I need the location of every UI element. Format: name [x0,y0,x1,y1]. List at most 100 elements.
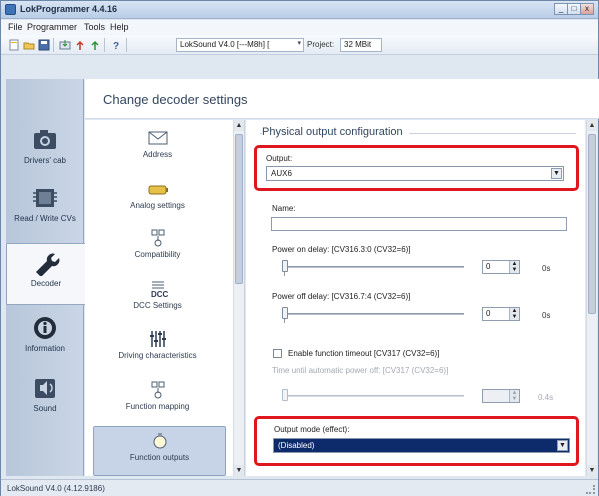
minimize-button[interactable]: _ [554,3,568,15]
nav-item-read-write-cvs[interactable]: Read / Write CVs [6,179,84,241]
nav-item-information[interactable]: Information [6,309,84,371]
category-address[interactable]: Address [85,124,230,174]
stepper-arrows-icon: ▲ ▼ [509,390,519,402]
nav-label: Read / Write CVs [14,214,76,223]
project-label: Project: [307,40,335,49]
nav-item-decoder[interactable]: Decoder [6,243,85,305]
dcc-icon: DCC [151,281,169,299]
auto-off-unit: 0.4s [538,393,554,402]
window-title: LokProgrammer 4.4.16 [20,4,118,14]
new-icon[interactable] [7,38,20,51]
category-driving-characteristics[interactable]: Driving characteristics [85,325,230,375]
help-icon[interactable]: ? [109,38,122,51]
toolbar-separator [53,38,54,52]
menu-bar: File Programmer Tools Help [1,20,598,35]
category-function-outputs[interactable]: Function outputs [93,426,226,476]
scrollbar-thumb[interactable] [235,134,243,284]
bulb-icon [153,433,166,449]
slider-icon [149,331,166,347]
open-icon[interactable] [22,38,35,51]
settings-category-list: Address Analog settings Compatibility DC… [85,120,245,476]
scroll-down-icon[interactable]: ▼ [234,465,244,476]
power-on-unit: 0s [542,264,551,273]
output-select[interactable]: AUX6 ▼ [266,166,564,181]
power-off-slider[interactable] [282,307,288,319]
power-off-value: 0 [486,309,491,318]
status-text: LokSound V4.0 (4.12.9186) [7,484,105,493]
chevron-down-icon: ▾ [297,40,301,47]
info-icon [34,317,56,339]
power-on-slider[interactable] [282,260,288,272]
category-label: Address [142,150,173,159]
svg-text:DCC: DCC [151,290,169,299]
config-scrollbar[interactable]: ▲ ▼ [586,120,597,476]
main-navigation: Drivers' cab Read / Write CVs Decoder In… [6,79,85,476]
timeout-label: Enable function timeout [CV317 (CV32=6)] [288,349,440,358]
category-analog-settings[interactable]: Analog settings [85,175,230,225]
save-icon[interactable] [37,38,50,51]
scrollbar-thumb[interactable] [588,134,596,314]
chevron-down-icon: ▼ [551,168,562,179]
scroll-down-icon[interactable]: ▼ [587,465,597,476]
category-label: Analog settings [130,201,185,210]
chevron-down-icon: ▼ [557,440,568,451]
category-dcc-settings[interactable]: DCC DCC Settings [85,275,230,325]
menu-programmer[interactable]: Programmer [27,22,77,32]
power-on-stepper[interactable]: 0 ▲ ▼ [482,260,520,274]
scroll-up-icon[interactable]: ▲ [587,120,597,131]
app-icon [5,4,16,15]
stepper-arrows-icon[interactable]: ▲ ▼ [509,261,519,273]
scroll-up-icon[interactable]: ▲ [234,120,244,131]
nav-label: Decoder [30,279,62,288]
timeout-checkbox[interactable] [273,349,282,358]
output-label: Output: [266,154,293,163]
auto-off-slider-track [284,395,464,397]
power-on-value: 0 [486,262,491,271]
nav-item-sound[interactable]: Sound [6,369,84,431]
status-bar: LokSound V4.0 (4.12.9186) [1,479,598,496]
decoder-type-select[interactable]: LokSound V4.0 [---M8h] [ ▾ [176,38,304,52]
title-bar: LokProgrammer 4.4.16 _ □ x [1,1,598,19]
category-function-mapping[interactable]: Function mapping [85,376,230,426]
stepper-arrows-icon[interactable]: ▲ ▼ [509,308,519,320]
nav-item-drivers-cab[interactable]: Drivers' cab [6,121,84,183]
auto-off-slider [282,389,288,401]
auto-off-stepper: ▲ ▼ [482,389,520,403]
output-mode-select[interactable]: (Disabled) ▼ [273,438,570,453]
chip-icon [33,189,57,207]
read-icon[interactable] [58,38,71,51]
menu-tools[interactable]: Tools [84,22,105,32]
mapping-icon [151,381,164,399]
menu-file[interactable]: File [8,22,23,32]
wrench-icon [36,253,60,276]
write-icon[interactable] [73,38,86,51]
power-on-slider-track [284,266,464,268]
nav-label: Drivers' cab [24,156,66,165]
page-title: Change decoder settings [103,92,248,107]
category-label: Compatibility [134,250,181,259]
menu-help[interactable]: Help [110,22,129,32]
slider-ticks [284,319,464,323]
power-off-stepper[interactable]: 0 ▲ ▼ [482,307,520,321]
switch-icon [151,229,164,247]
name-label: Name: [272,204,296,213]
content-header: Change decoder settings [85,79,599,119]
toolbar-separator [126,38,127,52]
section-title: Physical output configuration [262,126,409,138]
category-label: Function mapping [125,402,190,411]
battery-icon [148,185,168,195]
close-button[interactable]: x [580,3,594,15]
envelope-icon [148,131,167,145]
toolbar-separator [104,38,105,52]
category-scrollbar[interactable]: ▲ ▼ [233,120,244,476]
category-compatibility[interactable]: Compatibility [85,224,230,274]
project-field[interactable]: 32 MBit [340,38,382,52]
maximize-button[interactable]: □ [567,3,581,15]
output-select-value: AUX6 [271,169,292,178]
resize-grip-icon[interactable] [586,485,595,494]
auto-off-label: Time until automatic power off: [CV317 (… [272,366,449,375]
speaker-icon [35,379,55,398]
slider-ticks [284,272,464,276]
name-field[interactable] [271,217,567,231]
decoder-icon[interactable] [88,38,101,51]
